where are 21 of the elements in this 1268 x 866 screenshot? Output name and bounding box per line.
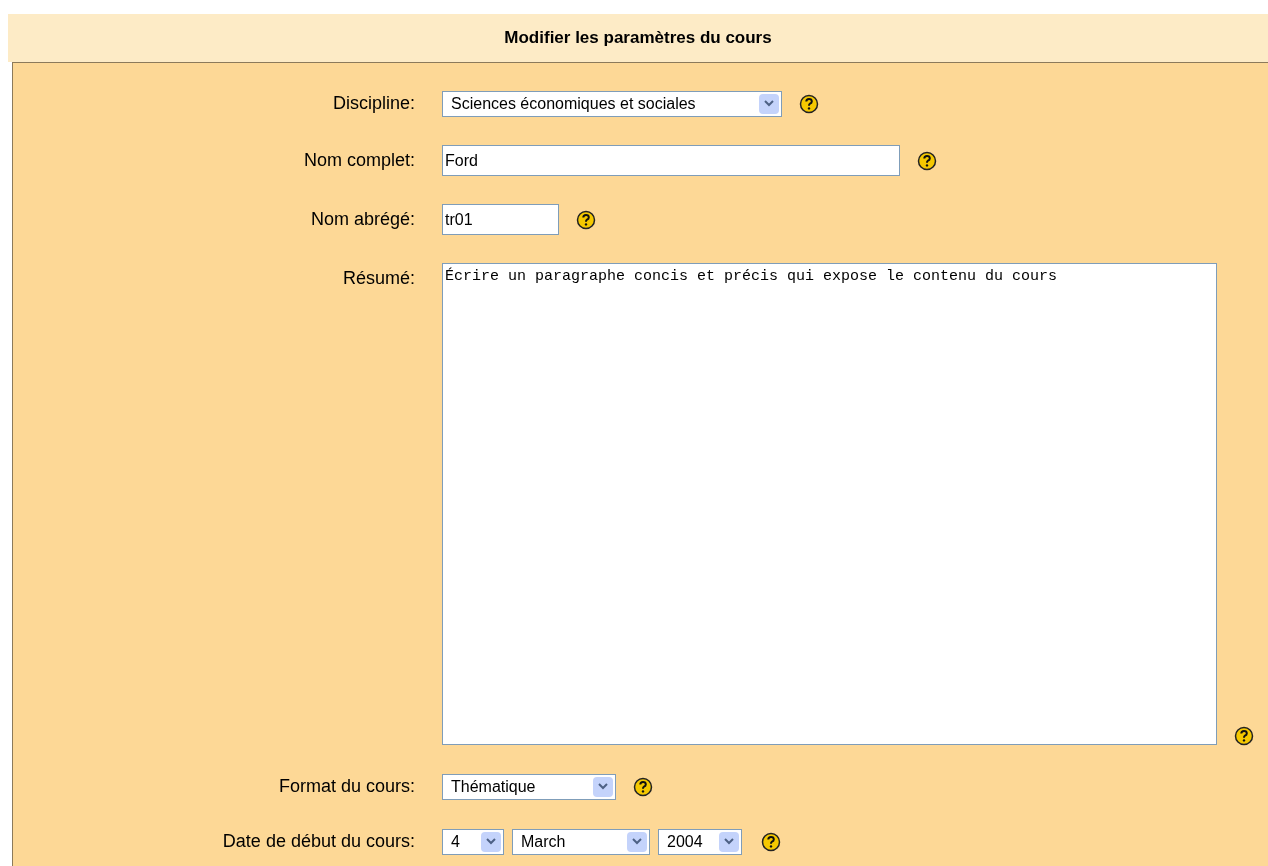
summary-textarea[interactable]: Écrire un paragraphe concis et précis qui expose le contenu du cours — [442, 263, 1217, 745]
help-icon[interactable] — [799, 93, 819, 114]
select-field[interactable]: March — [512, 828, 650, 855]
text-field[interactable]: Ford — [442, 145, 900, 176]
form-title: Modifier les paramètres du cours — [504, 27, 772, 50]
field-label: Nom abrégé: — [309, 208, 415, 231]
field-label: Résumé: — [341, 267, 415, 290]
help-icon[interactable] — [1234, 726, 1254, 746]
help-icon[interactable] — [917, 150, 937, 171]
help-icon[interactable] — [761, 831, 781, 852]
text-field[interactable]: tr01 — [442, 204, 559, 235]
select-field[interactable]: Thématique — [442, 773, 616, 800]
field-label: Discipline: — [331, 92, 415, 115]
select-field[interactable]: Sciences économiques et sociales — [442, 90, 782, 117]
help-icon[interactable] — [633, 776, 653, 797]
select-field[interactable]: 2004 — [658, 828, 742, 855]
field-label: Format du cours: — [277, 775, 415, 798]
help-icon[interactable] — [576, 209, 596, 230]
field-label: Nom complet: — [302, 149, 415, 172]
field-label: Date de début du cours: — [221, 830, 415, 853]
select-field[interactable]: 4 — [442, 828, 504, 855]
